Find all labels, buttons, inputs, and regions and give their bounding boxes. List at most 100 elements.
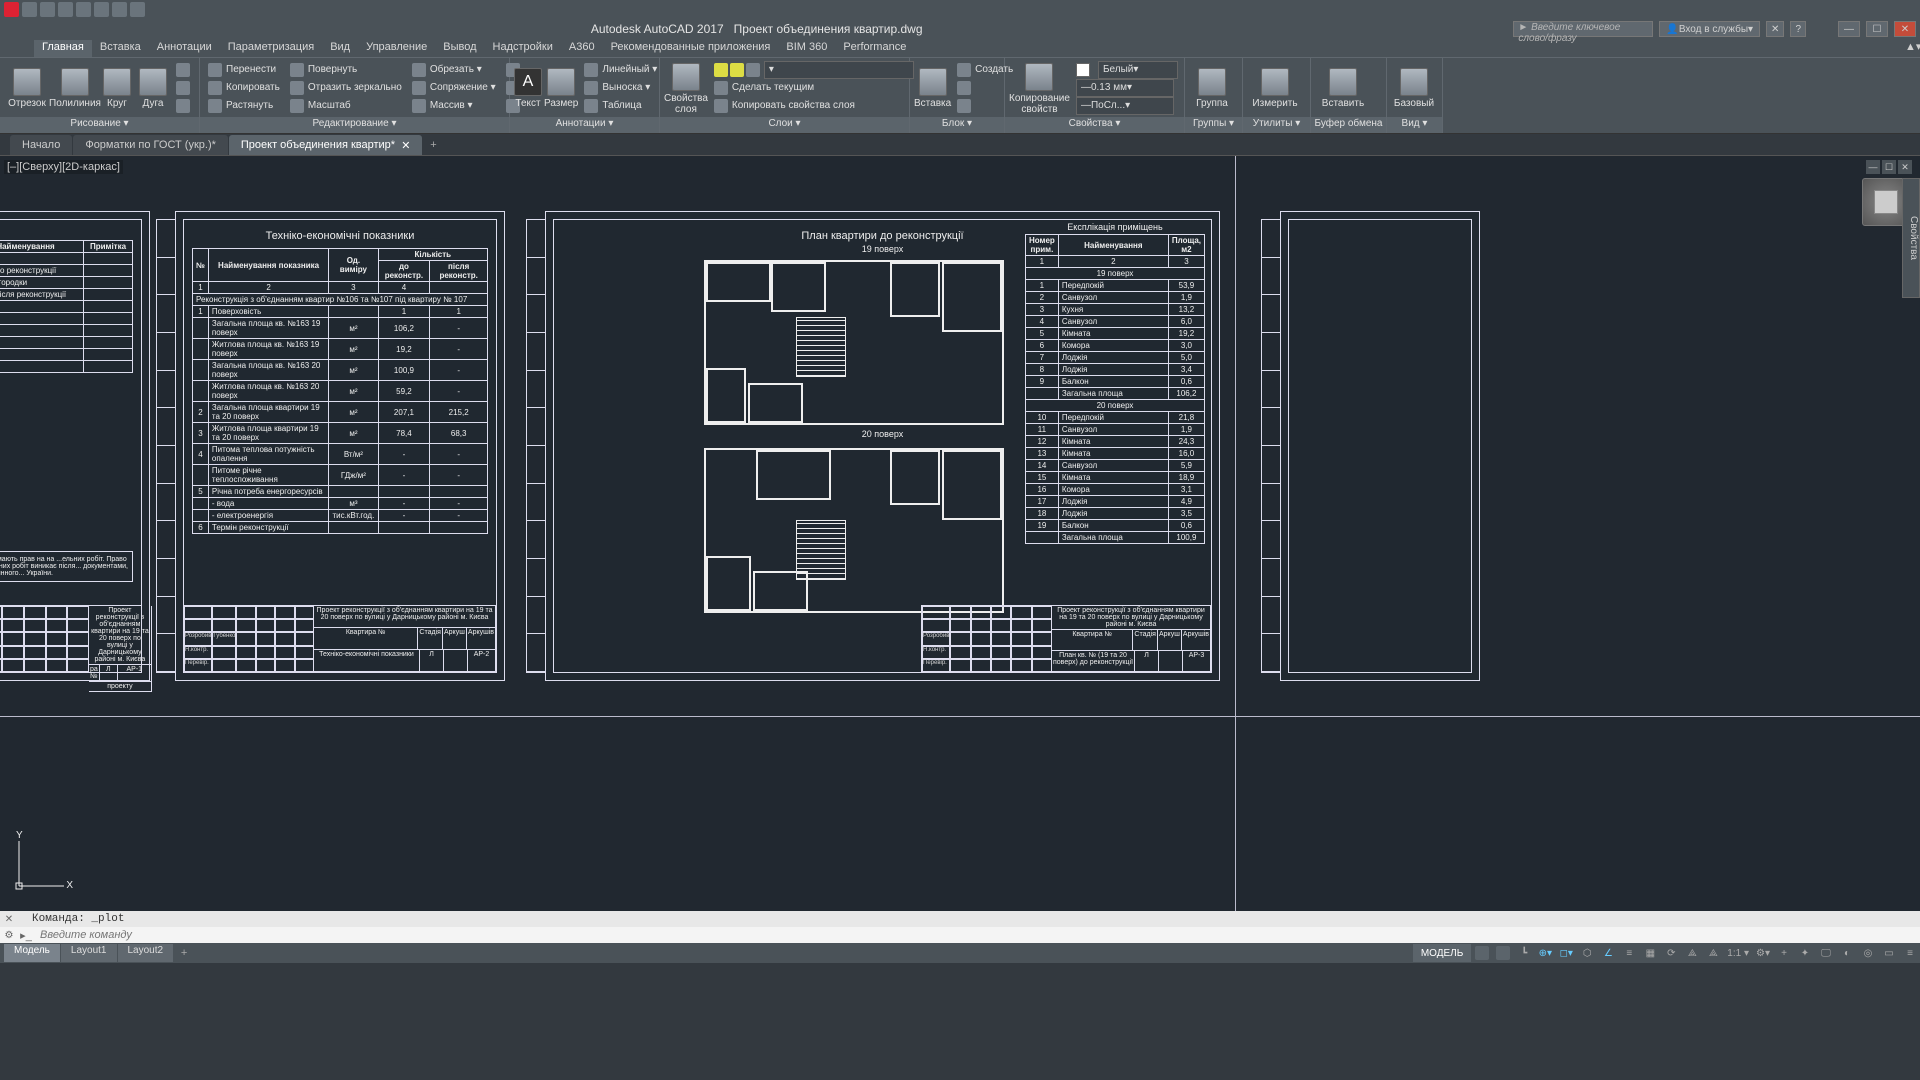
match-layer-button[interactable]: Копировать свойства слоя xyxy=(710,97,918,114)
polyline-button[interactable]: Полилиния xyxy=(52,66,98,109)
fillet-button[interactable]: Сопряжение ▾ xyxy=(408,79,500,96)
modify-panel-title[interactable]: Редактирование ▾ xyxy=(200,117,509,133)
array-button[interactable]: Массив ▾ xyxy=(408,97,500,114)
view-label[interactable]: [–][Сверху][2D-каркас] xyxy=(4,160,123,174)
cmdline-close-icon[interactable]: ✕ xyxy=(2,912,16,926)
polar-icon[interactable]: ⊕▾ xyxy=(1535,944,1555,962)
tab-insert[interactable]: Вставка xyxy=(92,40,149,57)
tab-start[interactable]: Начало xyxy=(10,135,72,155)
layers-panel-title[interactable]: Слои ▾ xyxy=(660,117,909,133)
utils-panel-title[interactable]: Утилиты ▾ xyxy=(1243,117,1310,133)
draw-mini2[interactable] xyxy=(172,79,194,96)
color-combo[interactable]: Белый ▾ xyxy=(1072,61,1182,78)
text-button[interactable]: AТекст xyxy=(514,66,542,109)
tab-parametric[interactable]: Параметризация xyxy=(220,40,322,57)
grid-icon[interactable] xyxy=(1472,944,1492,962)
scale-combo[interactable]: 1:1 ▾ xyxy=(1724,944,1752,962)
tab-a360[interactable]: A360 xyxy=(561,40,603,57)
tab-project[interactable]: Проект объединения квартир* ✕ xyxy=(229,135,423,155)
tab-manage[interactable]: Управление xyxy=(358,40,435,57)
signin-button[interactable]: 👤 Вход в службы ▾ xyxy=(1659,21,1760,37)
tab-output[interactable]: Вывод xyxy=(435,40,484,57)
redo-icon[interactable] xyxy=(130,2,145,17)
viewport-max-icon[interactable]: ☐ xyxy=(1882,160,1896,174)
copy-button[interactable]: Копировать xyxy=(204,79,284,96)
tab-featured[interactable]: Рекомендованные приложения xyxy=(603,40,779,57)
tab-add-icon[interactable]: + xyxy=(423,135,443,155)
cmdline-options-icon[interactable]: ⚙ xyxy=(2,928,16,942)
drawing-area[interactable]: [–][Сверху][2D-каркас] — ☐ ✕ Свойства На… xyxy=(0,156,1920,911)
viewport-close-icon[interactable]: ✕ xyxy=(1898,160,1912,174)
layerprops-button[interactable]: Свойства слоя xyxy=(664,61,708,115)
leader-button[interactable]: Выноска ▾ xyxy=(580,79,661,96)
tab-gost[interactable]: Форматки по ГОСТ (укр.)* xyxy=(73,135,228,155)
tab-home[interactable]: Главная xyxy=(34,40,92,57)
lweight-icon[interactable]: ≡ xyxy=(1619,944,1639,962)
osnap-icon[interactable]: ◻▾ xyxy=(1556,944,1576,962)
otrack-icon[interactable]: ∠ xyxy=(1598,944,1618,962)
tab-bim360[interactable]: BIM 360 xyxy=(778,40,835,57)
tab-view[interactable]: Вид xyxy=(322,40,358,57)
ortho-icon[interactable]: ┗ xyxy=(1514,944,1534,962)
isolate-icon[interactable]: ◎ xyxy=(1858,944,1878,962)
close-icon[interactable]: ✕ xyxy=(1894,21,1916,37)
layout-1[interactable]: Layout1 xyxy=(61,944,117,962)
ws-icon[interactable]: ✦ xyxy=(1795,944,1815,962)
viewport-min-icon[interactable]: — xyxy=(1866,160,1880,174)
exchange-icon[interactable]: ✕ xyxy=(1766,21,1784,37)
help-icon[interactable]: ? xyxy=(1790,21,1806,37)
search-input[interactable]: ► Введите ключевое слово/фразу xyxy=(1513,21,1653,37)
tab-performance[interactable]: Performance xyxy=(835,40,914,57)
monitor-icon[interactable]: 🖵 xyxy=(1816,944,1836,962)
custom-icon[interactable]: ≡ xyxy=(1900,944,1920,962)
tab-annotate[interactable]: Аннотации xyxy=(149,40,220,57)
layer-combo[interactable]: ▾ xyxy=(710,61,918,78)
command-input[interactable] xyxy=(36,929,1920,941)
line-button[interactable]: Отрезок xyxy=(4,66,50,109)
clean-icon[interactable]: ▭ xyxy=(1879,944,1899,962)
hwacc-icon[interactable]: ◐ xyxy=(1837,944,1857,962)
lw-combo[interactable]: — 0.13 мм ▾ xyxy=(1072,79,1182,96)
layout-add-icon[interactable]: + xyxy=(174,943,194,963)
model-space-button[interactable]: МОДЕЛЬ xyxy=(1413,944,1471,962)
group-button[interactable]: Группа xyxy=(1189,66,1235,109)
dim-button[interactable]: Размер xyxy=(544,66,578,109)
app-icon[interactable] xyxy=(4,2,19,17)
scale-button[interactable]: Масштаб xyxy=(286,97,406,114)
layout-model[interactable]: Модель xyxy=(4,944,60,962)
cycle-icon[interactable]: ⟳ xyxy=(1661,944,1681,962)
draw-panel-title[interactable]: Рисование ▾ xyxy=(0,117,199,133)
linear-button[interactable]: Линейный ▾ xyxy=(580,61,661,78)
saveas-icon[interactable] xyxy=(76,2,91,17)
annovis-icon[interactable]: ⟁ xyxy=(1703,944,1723,962)
tab-addins[interactable]: Надстройки xyxy=(485,40,561,57)
annoscale-icon[interactable]: ⟁ xyxy=(1682,944,1702,962)
circle-button[interactable]: Круг xyxy=(100,66,134,109)
block-panel-title[interactable]: Блок ▾ xyxy=(910,117,1004,133)
snap-icon[interactable] xyxy=(1493,944,1513,962)
make-current-button[interactable]: Сделать текущим xyxy=(710,79,918,96)
props-panel-title[interactable]: Свойства ▾ xyxy=(1005,117,1184,133)
ribbon-collapse-icon[interactable]: ▲▾ xyxy=(1905,40,1919,56)
open-icon[interactable] xyxy=(40,2,55,17)
plot-icon[interactable] xyxy=(94,2,109,17)
new-icon[interactable] xyxy=(22,2,37,17)
groups-panel-title[interactable]: Группы ▾ xyxy=(1185,117,1242,133)
minimize-icon[interactable]: — xyxy=(1838,21,1860,37)
layout-2[interactable]: Layout2 xyxy=(118,944,174,962)
tab-close-icon[interactable]: ✕ xyxy=(401,139,410,152)
lt-combo[interactable]: — ПоСл... ▾ xyxy=(1072,97,1182,114)
annot-panel-title[interactable]: Аннотации ▾ xyxy=(510,117,659,133)
maximize-icon[interactable]: ☐ xyxy=(1866,21,1888,37)
transparency-icon[interactable]: ▦ xyxy=(1640,944,1660,962)
matchprop-button[interactable]: Копирование свойств xyxy=(1009,61,1070,115)
undo-icon[interactable] xyxy=(112,2,127,17)
draw-mini1[interactable] xyxy=(172,61,194,78)
3dosnap-icon[interactable]: ⬡ xyxy=(1577,944,1597,962)
paste-button[interactable]: Вставить xyxy=(1315,66,1371,109)
table-button[interactable]: Таблица xyxy=(580,97,661,114)
rotate-button[interactable]: Повернуть xyxy=(286,61,406,78)
measure-button[interactable]: Измерить xyxy=(1247,66,1303,109)
stretch-button[interactable]: Растянуть xyxy=(204,97,284,114)
insert-button[interactable]: Вставка xyxy=(914,66,951,109)
